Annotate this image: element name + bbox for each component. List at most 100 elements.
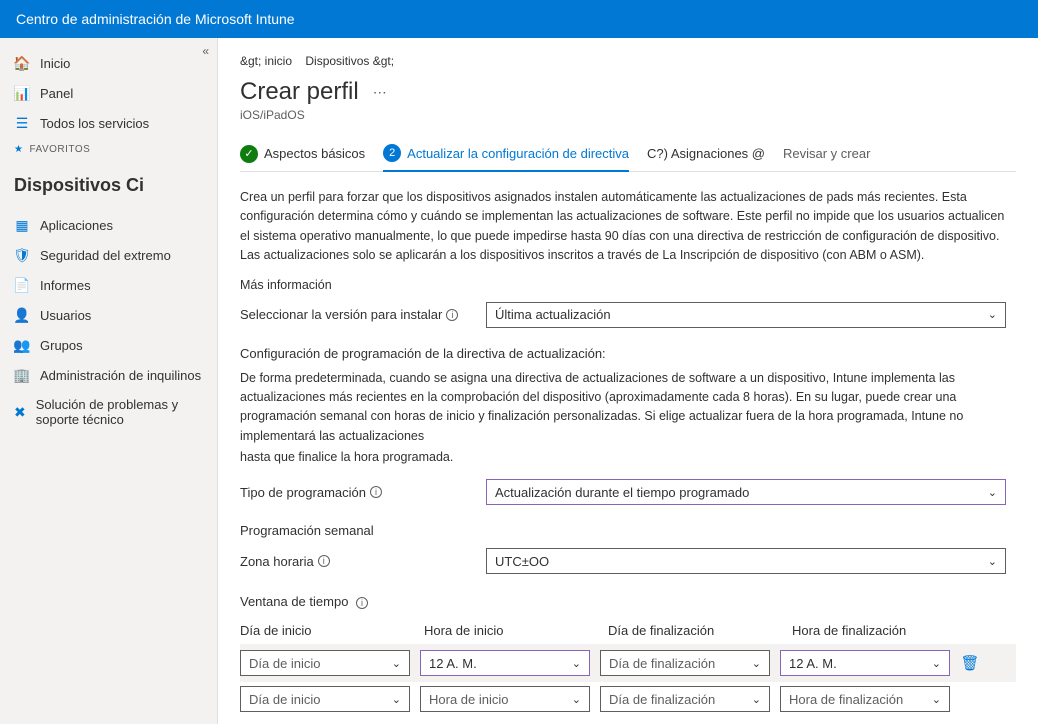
page-title: Crear perfil [240, 78, 359, 106]
step-review[interactable]: Revisar y crear [783, 146, 870, 169]
sidebar-item-informes[interactable]: 📄 Informes [0, 270, 217, 300]
end-time-select[interactable]: Hora de finalización ⌄ [780, 686, 950, 712]
topbar: Centro de administración de Microsoft In… [0, 0, 1038, 38]
table-header: Día de inicio Hora de inicio Día de fina… [240, 617, 1016, 644]
col-start-time: Hora de inicio [424, 623, 598, 638]
sidebar-item-label: Todos los servicios [40, 116, 149, 131]
sidebar-item-grupos[interactable]: 👥 Grupos [0, 330, 217, 360]
end-day-select[interactable]: Día de finalización ⌄ [600, 650, 770, 676]
sidebar-item-label: Informes [40, 278, 91, 293]
sidebar-item-seguridad[interactable]: 🛡 Seguridad del extremo [0, 240, 217, 270]
info-icon[interactable]: i [446, 309, 458, 321]
main-content: &gt; inicio Dispositivos &gt; Crear perf… [218, 38, 1038, 724]
collapse-sidebar-icon[interactable]: « [202, 44, 209, 58]
chevron-down-icon: ⌄ [932, 693, 941, 706]
select-value: Última actualización [495, 307, 611, 322]
sidebar-item-usuarios[interactable]: 👤 Usuarios [0, 300, 217, 330]
chevron-down-icon: ⌄ [932, 657, 941, 670]
sidebar-item-aplicaciones[interactable]: ▦ Aplicaciones [0, 210, 217, 240]
chevron-down-icon: ⌄ [572, 657, 581, 670]
info-icon[interactable]: i [318, 555, 330, 567]
col-end-time: Hora de finalización [792, 623, 966, 638]
sidebar-item-label: Usuarios [40, 308, 91, 323]
chevron-down-icon: ⌄ [988, 486, 997, 499]
tenant-icon: 🏢 [14, 367, 30, 383]
wizard-steps: ✓ Aspectos básicos 2 Actualizar la confi… [240, 144, 1016, 172]
step-assignments[interactable]: C?) Asignaciones @ [647, 146, 765, 169]
step-label: Aspectos básicos [264, 146, 365, 161]
col-start-day: Día de inicio [240, 623, 414, 638]
sidebar-item-label: Inicio [40, 56, 70, 71]
profile-description: Crea un perfil para forzar que los dispo… [240, 188, 1016, 266]
list-icon: ☰ [14, 115, 30, 131]
dashboard-icon: 📊 [14, 85, 30, 101]
schedule-type-label: Tipo de programación i [240, 485, 486, 500]
favorites-label: ★ FAVORITOS [0, 138, 217, 161]
start-time-select[interactable]: Hora de inicio ⌄ [420, 686, 590, 712]
group-icon: 👥 [14, 337, 30, 353]
step-basics[interactable]: ✓ Aspectos básicos [240, 145, 365, 171]
timezone-label: Zona horaria i [240, 554, 486, 569]
version-select[interactable]: Última actualización ⌄ [486, 302, 1006, 328]
sidebar-item-soporte[interactable]: ✖ Solución de problemas y soporte técnic… [0, 390, 217, 434]
time-window-heading: Ventana de tiempo i [240, 594, 1016, 609]
home-icon: 🏠 [14, 55, 30, 71]
info-icon[interactable]: i [356, 597, 368, 609]
sidebar: « 🏠 Inicio 📊 Panel ☰ Todos los servicios… [0, 38, 218, 724]
report-icon: 📄 [14, 277, 30, 293]
breadcrumb-item[interactable]: &gt; inicio [240, 54, 292, 68]
more-info-link[interactable]: Más información [240, 278, 1016, 292]
select-value: UTC±OO [495, 554, 549, 569]
end-time-select[interactable]: 12 A. M. ⌄ [780, 650, 950, 676]
chevron-down-icon: ⌄ [572, 693, 581, 706]
page-subtitle: iOS/iPadOS [240, 108, 1016, 122]
chevron-down-icon: ⌄ [392, 693, 401, 706]
delete-row-icon[interactable]: 🗑 [960, 654, 980, 672]
sidebar-item-label: Solución de problemas y soporte técnico [36, 397, 203, 427]
step-label: Actualizar la configuración de directiva [407, 146, 629, 161]
sidebar-item-label: Panel [40, 86, 73, 101]
end-day-select[interactable]: Día de finalización ⌄ [600, 686, 770, 712]
start-time-select[interactable]: 12 A. M. ⌄ [420, 650, 590, 676]
chevron-down-icon: ⌄ [988, 308, 997, 321]
version-label: Seleccionar la versión para instalar i [240, 307, 486, 322]
info-icon[interactable]: i [370, 486, 382, 498]
schedule-heading: Configuración de programación de la dire… [240, 346, 1016, 361]
sidebar-item-label: Administración de inquilinos [40, 368, 201, 383]
select-value: Actualización durante el tiempo programa… [495, 485, 749, 500]
timezone-select[interactable]: UTC±OO ⌄ [486, 548, 1006, 574]
check-icon: ✓ [240, 145, 258, 163]
chevron-down-icon: ⌄ [988, 555, 997, 568]
sidebar-item-label: Grupos [40, 338, 83, 353]
shield-icon: 🛡 [14, 247, 30, 263]
step-label: C?) Asignaciones @ [647, 146, 765, 161]
step-update-config[interactable]: 2 Actualizar la configuración de directi… [383, 144, 629, 172]
step-number-icon: 2 [383, 144, 401, 162]
schedule-description2: hasta que finalice la hora programada. [240, 448, 1016, 467]
breadcrumb-item[interactable]: Dispositivos &gt; [305, 54, 394, 68]
breadcrumb[interactable]: &gt; inicio Dispositivos &gt; [240, 54, 1016, 68]
apps-icon: ▦ [14, 217, 30, 233]
sidebar-heading: Dispositivos Ci [0, 161, 217, 206]
start-day-select[interactable]: Día de inicio ⌄ [240, 686, 410, 712]
table-row: Día de inicio ⌄ Hora de inicio ⌄ Día de … [240, 682, 1016, 716]
sidebar-item-inicio[interactable]: 🏠 Inicio [0, 48, 217, 78]
star-icon: ★ [14, 144, 23, 155]
user-icon: 👤 [14, 307, 30, 323]
chevron-down-icon: ⌄ [392, 657, 401, 670]
chevron-down-icon: ⌄ [752, 657, 761, 670]
weekly-heading: Programación semanal [240, 523, 1016, 538]
schedule-type-select[interactable]: Actualización durante el tiempo programa… [486, 479, 1006, 505]
chevron-down-icon: ⌄ [752, 693, 761, 706]
app-title: Centro de administración de Microsoft In… [16, 11, 295, 27]
time-window-table: Día de inicio Hora de inicio Día de fina… [240, 617, 1016, 716]
table-row: Día de inicio ⌄ 12 A. M. ⌄ Día de finali… [240, 644, 1016, 682]
sidebar-item-servicios[interactable]: ☰ Todos los servicios [0, 108, 217, 138]
sidebar-item-inquilinos[interactable]: 🏢 Administración de inquilinos [0, 360, 217, 390]
start-day-select[interactable]: Día de inicio ⌄ [240, 650, 410, 676]
wrench-icon: ✖ [14, 404, 26, 420]
more-actions-icon[interactable]: ⋯ [373, 84, 387, 101]
sidebar-item-label: Seguridad del extremo [40, 248, 171, 263]
sidebar-item-panel[interactable]: 📊 Panel [0, 78, 217, 108]
schedule-description: De forma predeterminada, cuando se asign… [240, 369, 1016, 447]
